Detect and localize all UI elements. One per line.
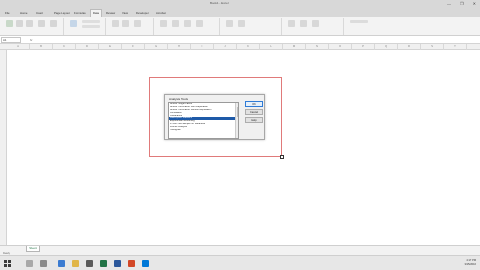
tab-page-layout[interactable]: Page Layout <box>52 10 72 17</box>
tab-acrobat[interactable]: Acrobat <box>154 10 168 17</box>
subtotal-icon[interactable] <box>312 20 319 27</box>
sort-az-icon[interactable] <box>112 20 119 27</box>
ribbon-group-get-data <box>2 18 64 35</box>
fx-icon[interactable]: fx <box>30 37 32 43</box>
minimize-button[interactable]: — <box>447 1 451 6</box>
name-box[interactable]: A1 <box>1 37 21 43</box>
task-view-icon[interactable] <box>40 260 47 267</box>
from-web-icon[interactable] <box>16 20 23 27</box>
formula-bar: A1 fx <box>0 36 480 44</box>
help-button[interactable]: Help <box>245 117 263 123</box>
from-text-icon[interactable] <box>26 20 33 27</box>
window-controls: — ❐ ✕ <box>447 1 476 6</box>
data-analysis-dialog: Analysis Tools Anova: Single Factor Anov… <box>164 94 265 140</box>
dialog-label: Analysis Tools <box>169 97 188 101</box>
ribbon-group-sort-filter <box>108 18 154 35</box>
ribbon-group-outline <box>284 18 344 35</box>
data-validation-icon[interactable] <box>196 20 203 27</box>
ok-button[interactable]: OK <box>245 101 263 107</box>
analysis-tools-list[interactable]: Anova: Single Factor Anova: Two-Factor W… <box>168 102 239 139</box>
tab-review[interactable]: Review <box>104 10 117 17</box>
refresh-all-icon[interactable] <box>70 20 77 27</box>
tab-file[interactable]: File <box>3 10 12 17</box>
resize-handle[interactable] <box>280 155 284 159</box>
maximize-button[interactable]: ❐ <box>460 1 464 6</box>
close-button[interactable]: ✕ <box>473 1 476 6</box>
tab-data[interactable]: Data <box>90 9 102 17</box>
row-headers[interactable] <box>0 50 7 245</box>
status-bar: Sheet1 Ready <box>0 245 480 255</box>
existing-connections-icon[interactable] <box>50 20 57 27</box>
tab-developer[interactable]: Developer <box>134 10 151 17</box>
remove-duplicates-icon[interactable] <box>184 20 191 27</box>
title-bar: Book1 - Excel — ❐ ✕ <box>0 0 480 7</box>
what-if-icon[interactable] <box>226 20 233 27</box>
outlook-icon[interactable] <box>142 260 149 267</box>
ribbon-group-analysis <box>346 18 376 35</box>
cancel-button[interactable]: Cancel <box>245 109 263 115</box>
clock-date: 3/15/2016 <box>464 263 476 266</box>
word-icon[interactable] <box>114 260 121 267</box>
tab-view[interactable]: View <box>120 10 130 17</box>
sheet-tab[interactable]: Sheet1 <box>26 246 40 252</box>
edge-icon[interactable] <box>58 260 65 267</box>
list-item[interactable]: Histogram <box>169 129 238 132</box>
file-explorer-icon[interactable] <box>72 260 79 267</box>
tab-insert[interactable]: Insert <box>34 10 45 17</box>
taskbar: 4:17 PM 3/15/2016 <box>0 255 480 270</box>
flash-fill-icon[interactable] <box>172 20 179 27</box>
list-scrollbar[interactable] <box>235 103 238 138</box>
tab-home[interactable]: Home <box>18 10 29 17</box>
forecast-sheet-icon[interactable] <box>238 20 245 27</box>
filter-icon[interactable] <box>134 20 141 27</box>
ribbon-tabs: File Home Insert Page Layout Formulas Da… <box>0 7 480 17</box>
store-icon[interactable] <box>86 260 93 267</box>
search-icon[interactable] <box>26 260 33 267</box>
data-analysis-icon[interactable] <box>350 20 368 23</box>
windows-start-icon[interactable] <box>4 260 11 267</box>
properties-icon[interactable] <box>82 25 100 28</box>
ribbon-group-forecast <box>222 18 282 35</box>
powerpoint-icon[interactable] <box>128 260 135 267</box>
system-clock[interactable]: 4:17 PM 3/15/2016 <box>464 259 476 267</box>
group-icon[interactable] <box>288 20 295 27</box>
ribbon <box>0 17 480 36</box>
ribbon-group-data-tools <box>156 18 220 35</box>
excel-icon[interactable] <box>100 260 107 267</box>
sort-icon[interactable] <box>122 20 129 27</box>
text-to-columns-icon[interactable] <box>160 20 167 27</box>
ribbon-group-connections <box>66 18 106 35</box>
connections-icon[interactable] <box>82 20 100 23</box>
other-sources-icon[interactable] <box>38 20 45 27</box>
from-access-icon[interactable] <box>6 20 13 27</box>
ungroup-icon[interactable] <box>300 20 307 27</box>
scrollbar-thumb[interactable] <box>236 107 238 117</box>
tab-formulas[interactable]: Formulas <box>72 10 88 17</box>
window-title: Book1 - Excel <box>210 1 229 5</box>
